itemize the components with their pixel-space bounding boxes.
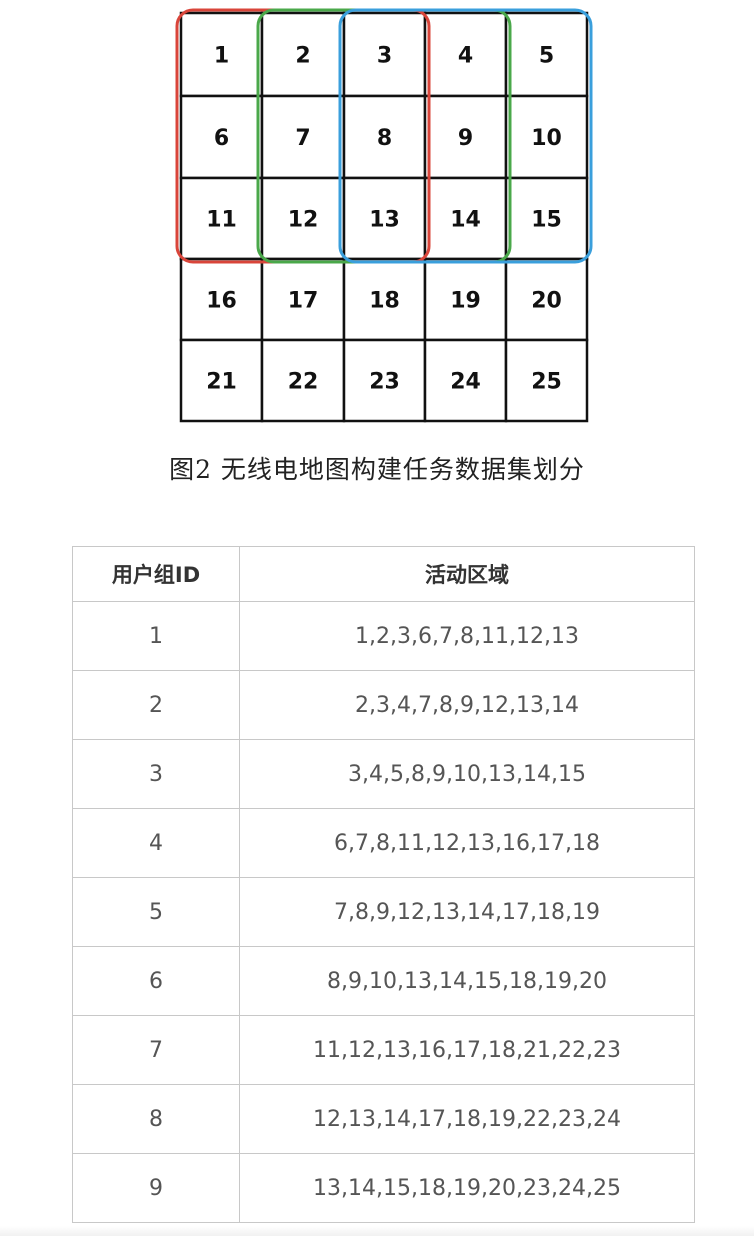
grid-cell-number: 21 — [206, 370, 237, 395]
table-header-row: 用户组ID 活动区域 — [72, 546, 695, 602]
header-active-region: 活动区域 — [239, 546, 695, 602]
header-user-group-id: 用户组ID — [72, 546, 240, 602]
grid-cell-number: 19 — [450, 289, 481, 314]
grid-cell-number: 23 — [369, 370, 400, 395]
table-row: 9 13,14,15,18,19,20,23,24,25 — [72, 1153, 695, 1223]
cell-region-list: 7,8,9,12,13,14,17,18,19 — [239, 877, 695, 947]
grid-cell-number: 14 — [450, 208, 481, 233]
grid-cell-number: 8 — [377, 126, 392, 151]
cell-group-id: 6 — [72, 946, 240, 1016]
grid-cell-number: 10 — [531, 126, 562, 151]
grid-cell-number: 11 — [206, 208, 237, 233]
cell-group-id: 4 — [72, 808, 240, 878]
grid-cell-number: 5 — [539, 44, 554, 69]
table-row: 2 2,3,4,7,8,9,12,13,14 — [72, 670, 695, 740]
table-row: 4 6,7,8,11,12,13,16,17,18 — [72, 808, 695, 878]
grid-cell-number: 9 — [458, 126, 473, 151]
cell-region-list: 3,4,5,8,9,10,13,14,15 — [239, 739, 695, 809]
grid-cell-number: 2 — [295, 44, 310, 69]
grid-cell-number: 15 — [531, 208, 562, 233]
cell-region-list: 6,7,8,11,12,13,16,17,18 — [239, 808, 695, 878]
cell-group-id: 1 — [72, 601, 240, 671]
grid-cell-number: 12 — [288, 208, 319, 233]
grid-cell-number: 20 — [531, 289, 562, 314]
grid-cell-number: 7 — [295, 126, 310, 151]
grid-cell-number: 4 — [458, 44, 473, 69]
cell-group-id: 9 — [72, 1153, 240, 1223]
table-row: 8 12,13,14,17,18,19,22,23,24 — [72, 1084, 695, 1154]
cell-group-id: 8 — [72, 1084, 240, 1154]
cell-region-list: 13,14,15,18,19,20,23,24,25 — [239, 1153, 695, 1223]
cell-group-id: 2 — [72, 670, 240, 740]
cell-region-list: 8,9,10,13,14,15,18,19,20 — [239, 946, 695, 1016]
grid-cell-number: 18 — [369, 289, 400, 314]
table-row: 1 1,2,3,6,7,8,11,12,13 — [72, 601, 695, 671]
grid-cell-number: 25 — [531, 370, 562, 395]
cell-group-id: 3 — [72, 739, 240, 809]
cell-region-list: 12,13,14,17,18,19,22,23,24 — [239, 1084, 695, 1154]
table-row: 3 3,4,5,8,9,10,13,14,15 — [72, 739, 695, 809]
grid-cell-number: 3 — [377, 44, 392, 69]
cell-region-list: 1,2,3,6,7,8,11,12,13 — [239, 601, 695, 671]
grid-cell-number: 6 — [214, 126, 229, 151]
table-row: 5 7,8,9,12,13,14,17,18,19 — [72, 877, 695, 947]
table-row: 6 8,9,10,13,14,15,18,19,20 — [72, 946, 695, 1016]
cell-group-id: 5 — [72, 877, 240, 947]
grid-cell-number: 1 — [214, 44, 229, 69]
table-row: 7 11,12,13,16,17,18,21,22,23 — [72, 1015, 695, 1085]
cell-region-list: 11,12,13,16,17,18,21,22,23 — [239, 1015, 695, 1085]
figure-caption: 图2 无线电地图构建任务数据集划分 — [169, 455, 585, 484]
page-bottom-edge — [0, 1226, 754, 1236]
region-grid: 1 2 3 4 56 7 8 9 1011 12 13 14 1516 17 18 19 2021 22 23 24 2… — [175, 8, 593, 423]
region-grid-figure: 1 2 3 4 5 6 7 8 9 10 11 12 13 14 15 16 17 18 19 20 21 22 23 24 2… — [0, 0, 754, 430]
cell-region-list: 2,3,4,7,8,9,12,13,14 — [239, 670, 695, 740]
grid-cell-number: 24 — [450, 370, 481, 395]
grid-cell-number: 17 — [288, 289, 319, 314]
cell-group-id: 7 — [72, 1015, 240, 1085]
grid-cell-number: 22 — [288, 370, 319, 395]
grid-cell-number: 16 — [206, 289, 237, 314]
user-group-region-table: 用户组ID 活动区域 1 1,2,3,6,7,8,11,12,13 2 2,3,… — [72, 546, 695, 1223]
grid-cell-number: 13 — [369, 208, 400, 233]
